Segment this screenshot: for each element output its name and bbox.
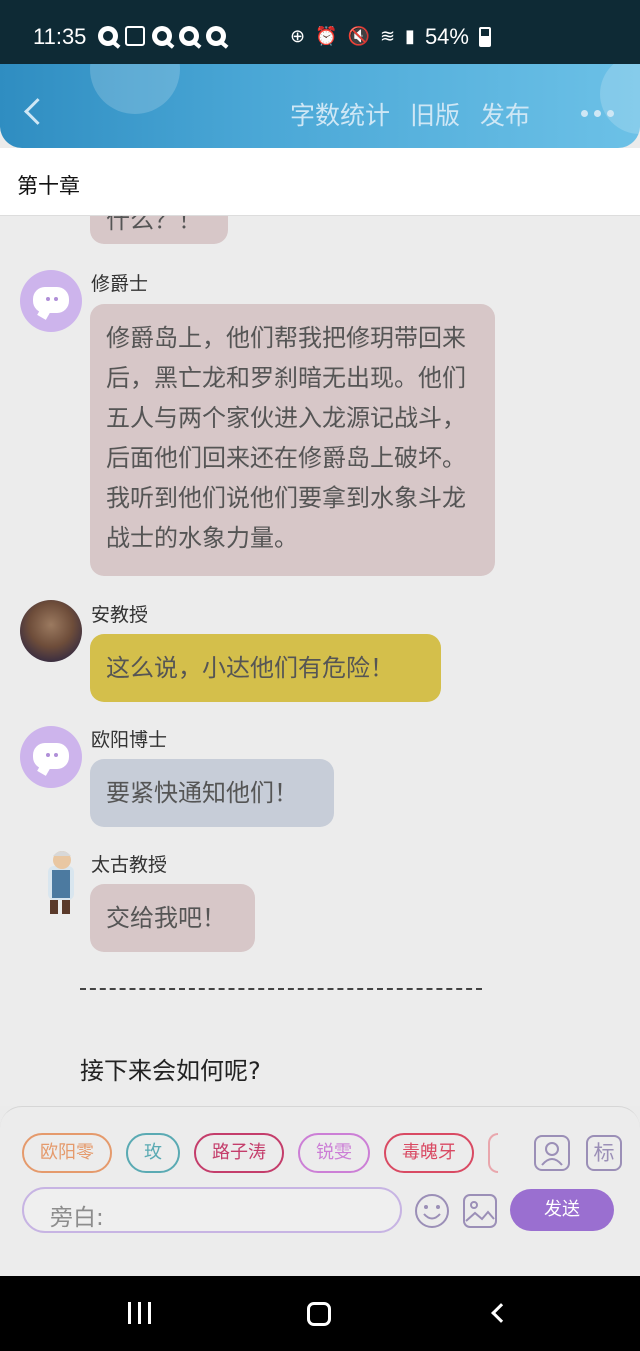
more-options-icon[interactable] (581, 110, 614, 117)
message-text: 交给我吧！ (106, 904, 226, 932)
message-bubble[interactable]: 修爵岛上，他们帮我把修玥带回来后，黑亡龙和罗刹暗无出现。他们五人与两个家伙进入龙… (90, 304, 495, 576)
image-icon[interactable] (462, 1193, 498, 1229)
old-version-button[interactable]: 旧版 (410, 96, 460, 132)
notification-q-icon (206, 26, 226, 46)
character-chip-partial[interactable] (488, 1133, 498, 1173)
character-chip[interactable]: 毒魄牙 (384, 1133, 474, 1173)
gallery-icon (125, 26, 145, 46)
message-bubble[interactable]: 交给我吧！ (90, 884, 255, 952)
speaker-name: 修爵士 (91, 273, 149, 295)
system-nav-bar (0, 1276, 640, 1351)
chat-content[interactable]: 什么？！ 修爵士 修爵岛上，他们帮我把修玥带回来后，黑亡龙和罗刹暗无出现。他们五… (0, 216, 640, 1106)
chat-avatar-icon[interactable] (20, 270, 82, 332)
character-chip[interactable]: 玫 (126, 1133, 180, 1173)
nav-back-icon[interactable] (491, 1303, 511, 1323)
publish-button[interactable]: 发布 (480, 96, 530, 132)
header-actions: 字数统计 旧版 发布 (290, 96, 530, 132)
battery-icon (478, 27, 491, 47)
notification-icons (98, 26, 226, 46)
message-text: 要紧快通知他们！ (106, 779, 298, 807)
speaker-name: 太古教授 (91, 854, 168, 876)
section-divider (80, 988, 482, 990)
signal-icon: ▮ (405, 26, 415, 47)
character-chip[interactable]: 欧阳零 (22, 1133, 112, 1173)
message-bubble: 什么？！ (90, 216, 228, 244)
tag-icon[interactable]: 标 (586, 1135, 622, 1171)
status-bar: 11:35 ⊕ ⏰ 🔇 ≋ ▮ 54% (0, 0, 640, 64)
character-avatar[interactable] (36, 848, 84, 916)
message-bubble[interactable]: 这么说，小达他们有危险！ (90, 634, 441, 702)
chapter-title[interactable]: 第十章 (17, 170, 80, 200)
notification-q-icon (152, 26, 172, 46)
character-chip[interactable]: 锐雯 (298, 1133, 370, 1173)
character-avatar[interactable] (20, 600, 82, 662)
input-label: 旁白: (50, 1205, 104, 1231)
battery-percent: 54% (424, 24, 469, 49)
chat-avatar-icon[interactable] (20, 726, 82, 788)
recent-apps-icon[interactable] (128, 1302, 151, 1324)
narration-text: 接下来会如何呢? (80, 1057, 261, 1085)
emoji-icon[interactable] (414, 1193, 450, 1229)
message-bubble[interactable]: 要紧快通知他们！ (90, 759, 334, 827)
mute-icon: 🔇 (347, 26, 370, 47)
battery-saver-icon: ⊕ (290, 26, 306, 47)
composer-panel: 欧阳零 玫 路子涛 锐雯 毒魄牙 标 旁白: 发送 (0, 1106, 640, 1276)
notification-q-icon (98, 26, 118, 46)
home-icon[interactable] (307, 1302, 331, 1326)
message-text: 修爵岛上，他们帮我把修玥带回来后，黑亡龙和罗刹暗无出现。他们五人与两个家伙进入龙… (106, 324, 466, 552)
back-button[interactable] (20, 96, 50, 130)
status-time: 11:35 (33, 24, 87, 49)
notification-q-icon (179, 26, 199, 46)
character-chip[interactable]: 路子涛 (194, 1133, 284, 1173)
character-chips: 欧阳零 玫 路子涛 锐雯 毒魄牙 (22, 1133, 498, 1173)
chapter-bar[interactable]: 第十章 (0, 148, 640, 216)
system-icons: ⊕ ⏰ 🔇 ≋ ▮ 54% (290, 24, 491, 50)
top-app-bar: 字数统计 旧版 发布 (0, 64, 640, 148)
character-manage-icon[interactable] (534, 1135, 570, 1171)
decor-bubble (90, 64, 180, 114)
narration-input[interactable]: 旁白: (22, 1187, 402, 1233)
message-text: 什么？！ (106, 216, 202, 234)
speaker-name: 安教授 (91, 604, 149, 626)
wifi-icon: ≋ (379, 26, 396, 47)
speaker-name: 欧阳博士 (91, 729, 168, 751)
alarm-icon: ⏰ (315, 26, 338, 47)
word-count-button[interactable]: 字数统计 (290, 96, 390, 132)
message-text: 这么说，小达他们有危险！ (106, 654, 394, 682)
decor-bubble (600, 64, 640, 134)
send-button[interactable]: 发送 (510, 1189, 614, 1231)
